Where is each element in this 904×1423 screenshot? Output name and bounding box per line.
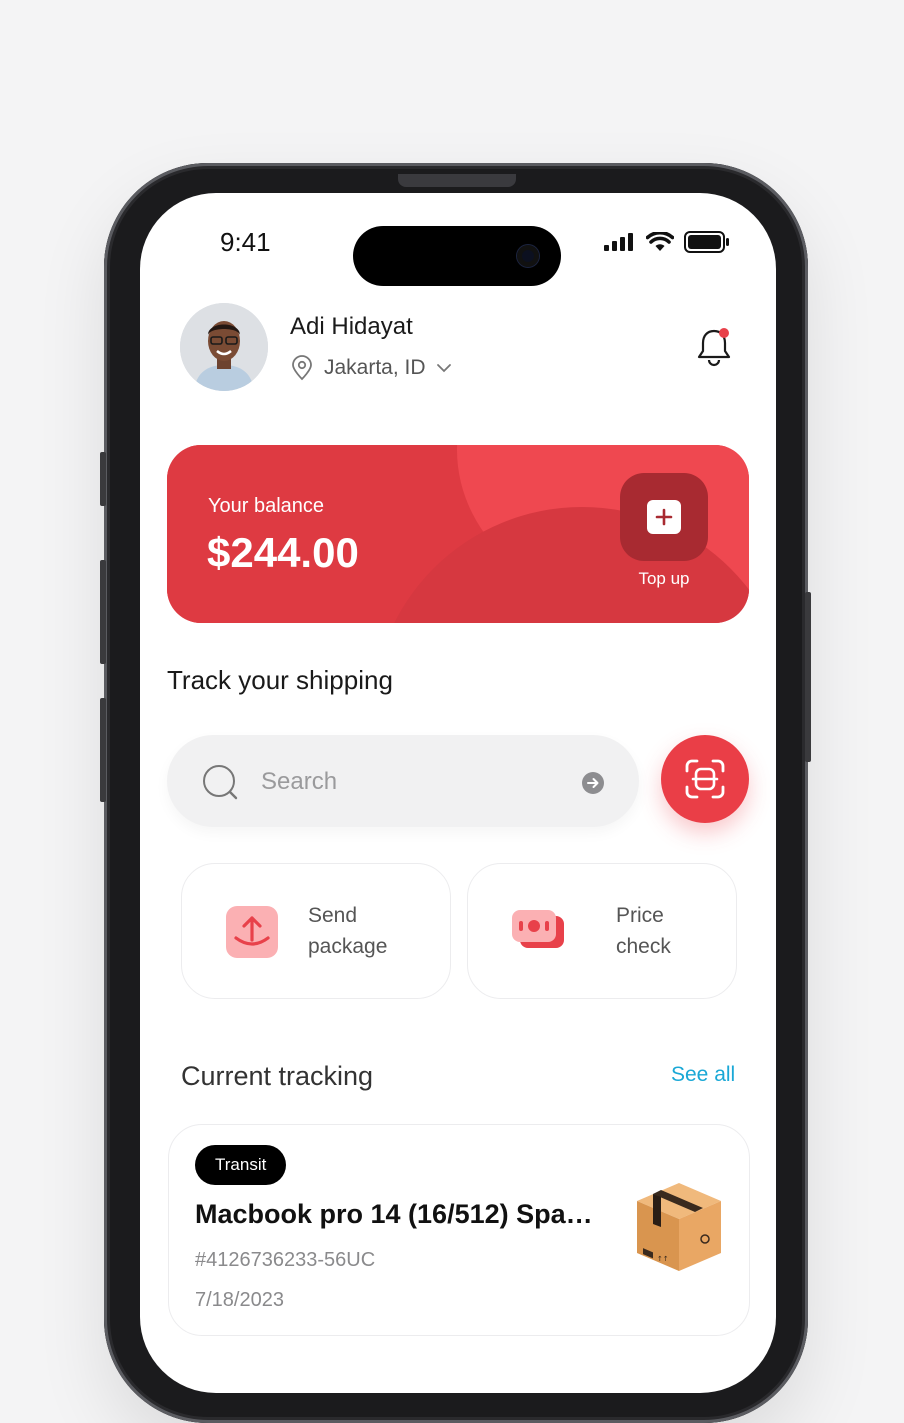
balance-label: Your balance (208, 495, 325, 517)
send-package-label-1: Send (308, 904, 358, 927)
status-time: 9:41 (220, 227, 271, 257)
search-input[interactable] (259, 761, 563, 803)
scan-icon (685, 759, 725, 799)
location-label: Jakarta, ID (324, 356, 426, 379)
topup-label: Top up (638, 569, 690, 588)
current-tracking-title: Current tracking (181, 1061, 374, 1091)
speaker-grille (398, 174, 516, 187)
topup-button[interactable] (620, 473, 708, 561)
status-badge: Transit (195, 1145, 287, 1185)
search-icon (203, 765, 238, 800)
tracking-item-id: #4126736233-56UC (195, 1249, 376, 1271)
price-check-card[interactable]: Price check (467, 863, 737, 999)
battery-icon (684, 231, 729, 253)
scan-button[interactable] (661, 735, 749, 823)
price-check-label-2: check (616, 935, 671, 958)
search-bar (167, 735, 639, 827)
action-button (100, 452, 106, 506)
money-icon (512, 910, 564, 948)
price-check-label-1: Price (616, 904, 664, 927)
phone-screen: 9:41 Adi Hidayat Jakarta, ID Your balanc… (140, 193, 776, 1393)
balance-value: $244.00 (207, 529, 359, 576)
send-package-label-2: package (308, 935, 388, 958)
see-all-link[interactable]: See all (671, 1063, 735, 1087)
wifi-icon (646, 232, 674, 251)
balance-card: Your balance $244.00 Top up (167, 445, 749, 623)
status-icons (604, 231, 730, 253)
dynamic-island (353, 226, 561, 286)
chevron-down-icon (436, 364, 451, 373)
volume-down-button (100, 698, 106, 802)
user-name: Adi Hidayat (290, 313, 413, 340)
arrow-right-circle-icon[interactable] (581, 771, 605, 795)
power-button (805, 592, 811, 762)
location-selector[interactable]: Jakarta, ID (290, 355, 452, 381)
avatar-image (180, 303, 268, 391)
track-section-title: Track your shipping (167, 665, 393, 695)
notification-button[interactable] (696, 327, 732, 367)
svg-text:↑↑: ↑↑ (657, 1255, 669, 1263)
tracking-item-card[interactable]: Transit Macbook pro 14 (16/512) Space Gr… (168, 1124, 750, 1336)
tracking-item-date: 7/18/2023 (195, 1289, 284, 1311)
location-pin-icon (292, 355, 312, 381)
volume-up-button (100, 560, 106, 664)
signal-icon (604, 233, 633, 251)
notification-dot (719, 328, 729, 338)
upload-icon (226, 906, 278, 958)
bell-icon (697, 328, 731, 367)
tracking-item-title: Macbook pro 14 (16/512) Space Gray (195, 1199, 605, 1229)
package-box-icon: ↑↑ (637, 1183, 721, 1271)
avatar[interactable] (180, 303, 268, 391)
send-package-card[interactable]: Send package (181, 863, 451, 999)
camera-icon (517, 245, 539, 267)
plus-icon (647, 500, 681, 534)
